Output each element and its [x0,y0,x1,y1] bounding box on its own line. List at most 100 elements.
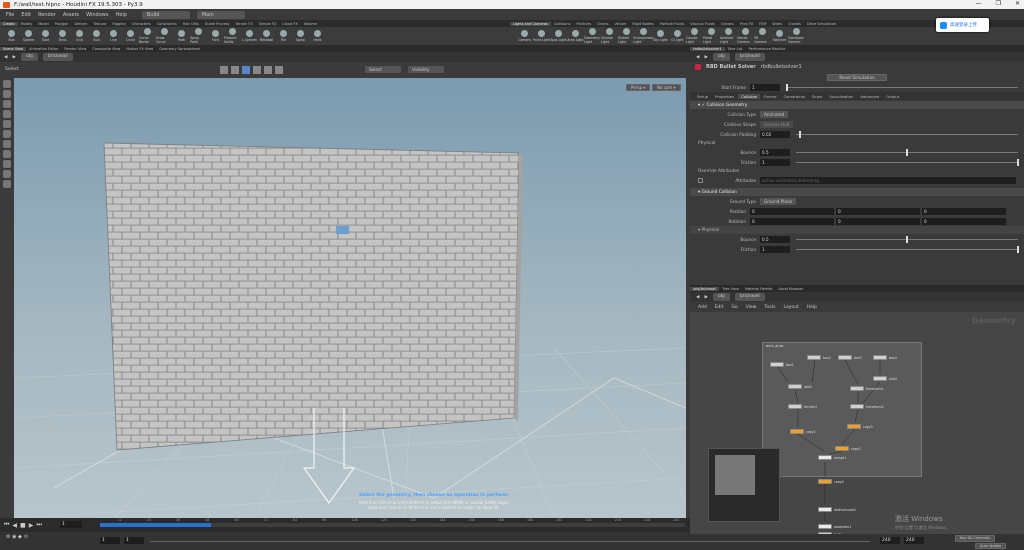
shelf-tab-collisions[interactable]: Collisions [551,22,573,26]
network-node-copy1[interactable] [790,429,804,434]
shelf-tool-circle[interactable]: Circle [122,30,139,42]
network-node-add1[interactable] [788,384,802,389]
network-node-assemble1[interactable] [818,524,832,529]
shelf-tool-area-light[interactable]: Area Light [567,30,584,42]
param-path-root[interactable]: obj [712,53,730,61]
light-icon[interactable] [3,170,11,178]
tab-performance-monitor[interactable]: Performance Monitor [746,47,789,51]
back-arrow-icon[interactable]: ◀ [4,55,7,60]
shelf-tab-simple-fx[interactable]: Simple FX [256,22,279,26]
shelf-tool-box[interactable]: Box [3,30,20,42]
shelf-tab-crowds[interactable]: Crowds [785,22,804,26]
tab-take-list[interactable]: Take List [725,47,746,51]
shelf-tool-sphere[interactable]: Sphere [20,30,37,42]
friction-input[interactable]: 1 [760,158,790,166]
tab-network-path[interactable]: /obj/brickwall [690,286,720,291]
network-overview-map[interactable] [708,448,780,522]
scale-tool-icon[interactable] [3,110,11,118]
camera-menu[interactable]: No cam ▾ [652,84,681,91]
visibility-dropdown[interactable]: Visibility [408,66,444,73]
collision-shape-dropdown[interactable]: Convex Hull [760,120,794,128]
shelf-tool-null[interactable]: Null [88,30,105,42]
snap-icon[interactable] [3,150,11,158]
path-root[interactable]: obj [20,53,38,61]
collision-padding-input[interactable]: 0.02 [760,130,790,138]
shelf-tab-vellum[interactable]: Vellum [612,22,630,26]
node-name[interactable]: rbdbulletsolver1 [761,64,802,70]
shelf-tool-sky-light[interactable]: Sky Light [652,30,669,42]
shelf-tab-pyro-fx[interactable]: Pyro FX [737,22,756,26]
collision-geometry-section[interactable]: ▾ ✓ Collision Geometry [690,101,1024,109]
start-frame-field[interactable]: 1 [100,537,120,544]
play-back-icon[interactable]: ◀ [12,522,17,529]
network-editor[interactable]: Geometry brick_draw box1 box2 box3 box4 … [690,312,1024,534]
key-all-channels-button[interactable]: Key All Channels [955,535,995,542]
bounce-input[interactable]: 0.5 [760,148,790,156]
scene-viewport[interactable]: Persp ▾ No cam ▾ Select the geometry, th… [14,78,686,518]
shelf-tab-deform[interactable]: Deform [72,22,91,26]
network-node-transform1[interactable] [850,386,864,391]
shelf-tool-point-light[interactable]: Point Light [533,30,550,42]
shelf-tab-modify[interactable]: Modify [18,22,36,26]
net-menu-help[interactable]: Help [807,305,817,310]
move-tool-icon[interactable] [3,90,11,98]
net-back-arrow-icon[interactable]: ◀ [696,295,699,300]
network-node-bricker1[interactable] [788,404,802,409]
selected-brick[interactable] [336,226,349,234]
shelf-tool-stereo-camera[interactable]: Stereo Camera [737,28,754,44]
shelf-tab-fem[interactable]: FEM [756,22,769,26]
ground-type-dropdown[interactable]: Ground Plane [760,197,797,205]
collision-type-dropdown[interactable]: Animated [760,110,789,118]
network-node-rbdfractured1[interactable] [818,507,832,512]
select-vertex-icon[interactable] [275,66,283,74]
param-path-node[interactable]: brickwall [734,53,765,61]
rotation-x-input[interactable]: 0 [750,217,834,225]
shelf-tool-portal-light[interactable]: Portal Light [703,28,720,44]
net-menu-view[interactable]: View [746,305,757,310]
network-node-box2[interactable] [807,355,821,360]
network-node-add2[interactable] [873,376,887,381]
network-node-box1[interactable] [770,362,784,367]
camera-icon[interactable] [3,180,11,188]
solver-tab-output[interactable]: Output [883,94,902,99]
shelf-tab-grains[interactable]: Grains [594,22,611,26]
position-x-input[interactable]: 0 [750,207,834,215]
shelf-tool-font[interactable]: Font [207,30,224,42]
menu-assets[interactable]: Assets [63,12,79,18]
view-tool-icon[interactable] [3,140,11,148]
shelf-tab-model[interactable]: Model [35,22,52,26]
forward-arrow-icon[interactable]: ▶ [12,55,15,60]
shelf-tab-rigging[interactable]: Rigging [109,22,128,26]
shelf-tool-ambient-light[interactable]: Ambient Light [720,28,737,44]
handle-tool-icon[interactable] [3,120,11,128]
tab-render-view[interactable]: Render View [61,47,89,51]
shelf-tab-cloud-fx[interactable]: Cloud FX [279,22,301,26]
menu-edit[interactable]: Edit [21,12,31,18]
tab-animation-editor[interactable]: Animation Editor [26,47,61,51]
shelf-tool-torus[interactable]: Torus [54,30,71,42]
bounce-slider[interactable] [796,148,1018,156]
net-menu-add[interactable]: Add [698,305,707,310]
menu-file[interactable]: File [6,12,14,18]
select-tool-icon[interactable] [3,80,11,88]
shelf-tab-characters[interactable]: Characters [129,22,154,26]
shelf-tab-rigid-bodies[interactable]: Rigid Bodies [629,22,657,26]
play-start-icon[interactable]: ⏮ [4,521,9,529]
net-menu-tools[interactable]: Tools [764,305,775,310]
tab-rbdbulletsolver1[interactable]: rbdbulletsolver1 [690,46,725,51]
solver-tab-scale[interactable]: Scale [809,94,825,99]
tab-tree-view[interactable]: Tree View [719,287,742,291]
ground-friction-slider[interactable] [796,245,1019,253]
solver-tab-forces[interactable]: Forces [761,94,779,99]
shelf-tab-viscous-fluids[interactable]: Viscous Fluids [687,22,718,26]
network-node-box4[interactable] [873,355,887,360]
shelf-tab-particle-fluids[interactable]: Particle Fluids [657,22,687,26]
solver-tab-advanced[interactable]: Advanced [857,94,882,99]
start-frame-field-2[interactable]: 1 [124,537,144,544]
network-node-transform2[interactable] [850,404,864,409]
collision-padding-slider[interactable] [796,130,1018,138]
shelf-tool-metaball[interactable]: Metaball [258,30,275,42]
tab-composite-view[interactable]: Composite View [89,47,123,51]
shelf-tool-gamepad-camera[interactable]: Gamepad Camera [788,28,805,44]
upload-notification[interactable]: 高速登录上传 [936,18,989,32]
